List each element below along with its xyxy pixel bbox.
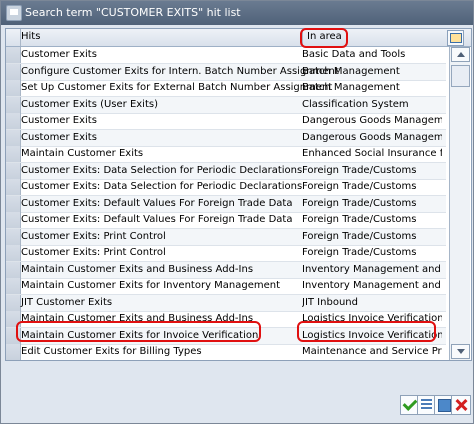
scroll-down-button[interactable] [451,344,470,359]
cell-in-area[interactable]: Foreign Trade/Customs [302,247,442,258]
table-row[interactable]: Customer Exits: Default Values For Forei… [6,212,446,229]
row-selector[interactable] [6,278,21,294]
table-row[interactable]: Customer Exits: Print Control Foreign Tra… [6,245,446,262]
table-row[interactable]: Customer Exits Dangerous Goods Management [6,129,446,147]
hit-list-table: Hits In area Customer Exits Basic Data an… [5,28,472,361]
cell-hits[interactable]: Customer Exits (User Exits) [21,99,158,110]
table-row[interactable]: Configure Customer Exits for Intern. Bat… [6,63,446,81]
table-row[interactable]: Customer Exits: Data Selection for Perio… [6,179,446,196]
scroll-up-button[interactable] [451,47,470,62]
cell-hits[interactable]: Customer Exits: Print Control [21,231,166,242]
cell-hits[interactable]: Customer Exits: Data Selection for Perio… [21,181,302,192]
cell-in-area[interactable]: Enhanced Social Insurance for Pub [302,148,442,159]
table-row[interactable]: Maintain Customer Exits and Business Add… [6,261,446,279]
hit-list-dialog: Search term "CUSTOMER EXITS" hit list Hi… [0,0,474,424]
table-row[interactable]: Customer Exits: Print Control Foreign Tra… [6,228,446,246]
row-selector[interactable] [6,80,21,96]
cell-hits[interactable]: Customer Exits: Data Selection for Perio… [21,165,302,176]
table-header: Hits In area [6,29,471,47]
cell-in-area[interactable]: Dangerous Goods Management [302,115,442,126]
cell-in-area[interactable]: Foreign Trade/Customs [302,214,442,225]
row-selector[interactable] [6,129,21,146]
row-selector[interactable] [6,228,21,245]
cell-hits[interactable]: Maintain Customer Exits [21,148,143,159]
cell-hits[interactable]: Customer Exits: Print Control [21,247,166,258]
cell-hits[interactable]: Customer Exits [21,49,97,60]
annotation-highlight-in-area [300,28,348,48]
row-selector[interactable] [6,195,21,212]
cell-in-area[interactable]: JIT Inbound [302,297,442,308]
title-bar: Search term "CUSTOMER EXITS" hit list [1,1,473,25]
table-row[interactable]: Customer Exits: Default Values For Forei… [6,195,446,213]
table-row[interactable]: Customer Exits (User Exits) Classificatio… [6,96,446,114]
cell-in-area[interactable]: Foreign Trade/Customs [302,198,442,209]
row-selector[interactable] [6,146,21,162]
table-row[interactable]: Customer Exits Basic Data and Tools [6,47,446,64]
row-selector[interactable] [6,294,21,311]
table-row[interactable]: JIT Customer Exits JIT Inbound [6,294,446,312]
select-all-cell[interactable] [6,29,21,46]
table-row[interactable]: Maintain Customer Exits for Inventory Ma… [6,278,446,295]
window-icon [6,5,22,21]
cell-in-area[interactable]: Maintenance and Service Processin [302,346,442,357]
cell-hits[interactable]: JIT Customer Exits [21,297,112,308]
table-settings-icon[interactable] [447,30,464,46]
cell-hits[interactable]: Maintain Customer Exits and Business Add… [21,264,253,275]
dialog-footer [1,391,473,422]
cell-in-area[interactable]: Foreign Trade/Customs [302,231,442,242]
cell-hits[interactable]: Customer Exits [21,115,97,126]
cell-hits[interactable]: Set Up Customer Exits for External Batch… [21,82,332,93]
table-row[interactable]: Maintain Customer Exits Enhanced Social I… [6,146,446,163]
cell-in-area[interactable]: Inventory Management and Physic [302,264,442,275]
cell-hits[interactable]: Customer Exits [21,132,97,143]
row-selector[interactable] [6,212,21,228]
row-selector[interactable] [6,344,21,360]
table-row[interactable]: Set Up Customer Exits for External Batch… [6,80,446,97]
annotation-highlight-hit [16,321,261,342]
window-title: Search term "CUSTOMER EXITS" hit list [25,6,241,19]
table-row[interactable]: Customer Exits Dangerous Goods Management [6,113,446,130]
cell-in-area[interactable]: Foreign Trade/Customs [302,181,442,192]
cancel-icon[interactable] [451,395,471,415]
row-selector[interactable] [6,47,21,63]
vertical-scrollbar[interactable] [449,47,470,360]
cell-in-area[interactable]: Batch Management [302,82,442,93]
row-selector[interactable] [6,162,21,179]
annotation-highlight-area [297,321,436,342]
cell-in-area[interactable]: Classification System [302,99,442,110]
table-row[interactable]: Edit Customer Exits for Billing Types Mai… [6,344,446,360]
row-selector[interactable] [6,113,21,129]
cell-hits[interactable]: Customer Exits: Default Values For Forei… [21,214,292,225]
cell-in-area[interactable]: Basic Data and Tools [302,49,442,60]
row-selector[interactable] [6,245,21,261]
cell-hits[interactable]: Customer Exits: Default Values For Forei… [21,198,292,209]
cell-hits[interactable]: Edit Customer Exits for Billing Types [21,346,202,357]
row-selector[interactable] [6,63,21,80]
column-header-hits[interactable]: Hits [21,31,40,42]
cell-hits[interactable]: Maintain Customer Exits for Inventory Ma… [21,280,280,291]
cell-in-area[interactable]: Inventory Management and Physic [302,280,442,291]
table-body: Customer Exits Basic Data and Tools Config… [6,47,446,360]
row-selector[interactable] [6,179,21,195]
scroll-thumb[interactable] [451,65,470,87]
table-row[interactable]: Customer Exits: Data Selection for Perio… [6,162,446,180]
row-selector[interactable] [6,261,21,278]
cell-in-area[interactable]: Batch Management [302,66,442,77]
row-selector[interactable] [6,96,21,113]
cell-in-area[interactable]: Foreign Trade/Customs [302,165,442,176]
cell-in-area[interactable]: Dangerous Goods Management [302,132,442,143]
cell-hits[interactable]: Configure Customer Exits for Intern. Bat… [21,66,339,77]
